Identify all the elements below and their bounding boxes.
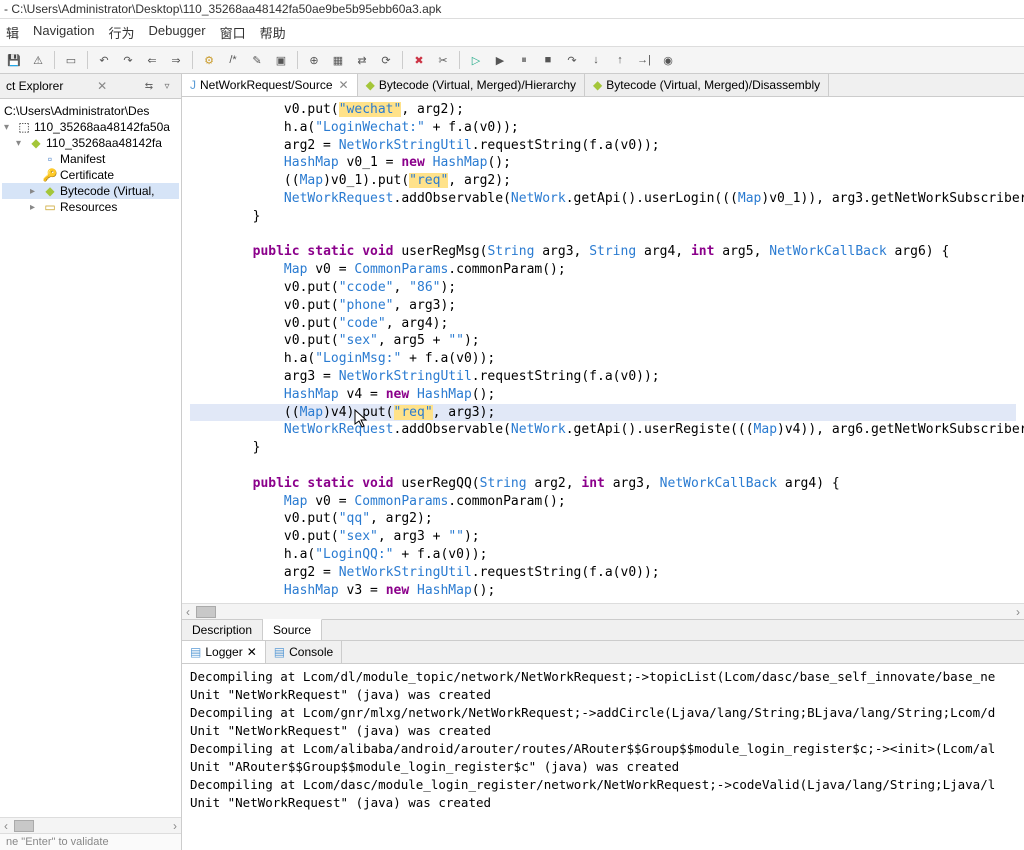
project-tree[interactable]: C:\Users\Administrator\Des ▾⬚110_35268aa… bbox=[0, 99, 181, 462]
window-title: - C:\Users\Administrator\Desktop\110_352… bbox=[0, 0, 1024, 19]
tree-manifest[interactable]: ▫Manifest bbox=[2, 151, 179, 167]
target-icon[interactable]: ⊕ bbox=[304, 50, 324, 70]
step-over-icon[interactable]: ↷ bbox=[562, 50, 582, 70]
menu-behavior[interactable]: 行为 bbox=[108, 23, 134, 42]
breakpoint-icon[interactable]: ◉ bbox=[658, 50, 678, 70]
menu-debugger[interactable]: Debugger bbox=[148, 23, 205, 42]
tab-source[interactable]: Source bbox=[263, 619, 322, 640]
menu-help[interactable]: 帮助 bbox=[260, 23, 286, 42]
stop-icon[interactable]: ■ bbox=[538, 50, 558, 70]
tree-bytecode[interactable]: ▸◆Bytecode (Virtual, bbox=[2, 183, 179, 199]
tab-logger[interactable]: ▤ Logger ✕ bbox=[182, 641, 266, 663]
editor-bottom-tabs: Description Source bbox=[182, 619, 1024, 640]
code-editor[interactable]: v0.put("wechat", arg2); h.a("LoginWechat… bbox=[182, 97, 1024, 603]
warning-icon[interactable]: ⚠ bbox=[28, 50, 48, 70]
cut-icon[interactable]: ✂ bbox=[433, 50, 453, 70]
tab-networkrequest[interactable]: J NetWorkRequest/Source ✕ bbox=[182, 74, 358, 96]
grid-icon[interactable]: ▦ bbox=[328, 50, 348, 70]
run-to-icon[interactable]: →| bbox=[634, 50, 654, 70]
menu-bar: 辑 Navigation 行为 Debugger 窗口 帮助 bbox=[0, 19, 1024, 47]
console-panel: ▤ Logger ✕ ▤ Console Decompiling at Lcom… bbox=[182, 640, 1024, 850]
link-icon[interactable]: ⇄ bbox=[352, 50, 372, 70]
step-out-icon[interactable]: ↑ bbox=[610, 50, 630, 70]
debug-run-icon[interactable]: ▷ bbox=[466, 50, 486, 70]
tree-certificate[interactable]: 🔑Certificate bbox=[2, 167, 179, 183]
menu-edit[interactable]: 辑 bbox=[6, 23, 19, 42]
highlight-icon[interactable]: ✎ bbox=[247, 50, 267, 70]
tree-root-path: C:\Users\Administrator\Des bbox=[2, 103, 179, 119]
redo-icon[interactable]: ↷ bbox=[118, 50, 138, 70]
tree-menu-icon[interactable]: ▿ bbox=[159, 78, 175, 94]
menu-navigation[interactable]: Navigation bbox=[33, 23, 94, 42]
menu-window[interactable]: 窗口 bbox=[220, 23, 246, 42]
editor-hscroll[interactable]: ‹› bbox=[182, 603, 1024, 619]
logger-icon: ▤ bbox=[190, 645, 201, 659]
back-icon[interactable]: ⇐ bbox=[142, 50, 162, 70]
tree-node-apk[interactable]: ▾◆110_35268aa48142fa bbox=[2, 135, 179, 151]
refresh-icon[interactable]: ⟳ bbox=[376, 50, 396, 70]
android-icon: ◆ bbox=[366, 78, 375, 92]
tree-resources[interactable]: ▸▭Resources bbox=[2, 199, 179, 215]
new-window-icon[interactable]: ▭ bbox=[61, 50, 81, 70]
save-icon[interactable]: 💾 bbox=[4, 50, 24, 70]
explorer-tab[interactable]: ct Explorer ✕ ⇆ ▿ bbox=[0, 74, 181, 99]
comment-icon[interactable]: /* bbox=[223, 50, 243, 70]
project-explorer-panel: ct Explorer ✕ ⇆ ▿ C:\Users\Administrator… bbox=[0, 74, 182, 850]
status-hint: ne "Enter" to validate bbox=[0, 833, 181, 850]
forward-icon[interactable]: ⇒ bbox=[166, 50, 186, 70]
close-icon[interactable]: ✕ bbox=[247, 645, 257, 659]
undo-icon[interactable]: ↶ bbox=[94, 50, 114, 70]
toolbar: 💾 ⚠ ▭ ↶ ↷ ⇐ ⇒ ⚙ /* ✎ ▣ ⊕ ▦ ⇄ ⟳ ✖ ✂ ▷ ▶ ⏸… bbox=[0, 47, 1024, 74]
cancel-icon[interactable]: ✖ bbox=[409, 50, 429, 70]
tree-root[interactable]: ▾⬚110_35268aa48142fa50a bbox=[2, 119, 179, 135]
logger-output[interactable]: Decompiling at Lcom/dl/module_topic/netw… bbox=[182, 664, 1024, 850]
tab-description[interactable]: Description bbox=[182, 620, 263, 640]
pause-icon[interactable]: ⏸ bbox=[514, 50, 534, 70]
editor-tabs: J NetWorkRequest/Source ✕ ◆ Bytecode (Vi… bbox=[182, 74, 1024, 97]
close-icon[interactable]: ✕ bbox=[97, 79, 107, 93]
tab-console[interactable]: ▤ Console bbox=[266, 641, 342, 663]
step-into-icon[interactable]: ↓ bbox=[586, 50, 606, 70]
android-icon: ◆ bbox=[593, 78, 602, 92]
console-icon: ▤ bbox=[274, 645, 285, 659]
tab-hierarchy[interactable]: ◆ Bytecode (Virtual, Merged)/Hierarchy bbox=[358, 74, 585, 96]
java-icon: J bbox=[190, 78, 196, 92]
box-icon[interactable]: ▣ bbox=[271, 50, 291, 70]
play-icon[interactable]: ▶ bbox=[490, 50, 510, 70]
gears-icon[interactable]: ⚙ bbox=[199, 50, 219, 70]
close-icon[interactable]: ✕ bbox=[339, 78, 349, 92]
link-with-editor-icon[interactable]: ⇆ bbox=[141, 78, 157, 94]
sidebar-scrollbar[interactable]: ‹› bbox=[0, 817, 181, 833]
tab-disassembly[interactable]: ◆ Bytecode (Virtual, Merged)/Disassembly bbox=[585, 74, 829, 96]
